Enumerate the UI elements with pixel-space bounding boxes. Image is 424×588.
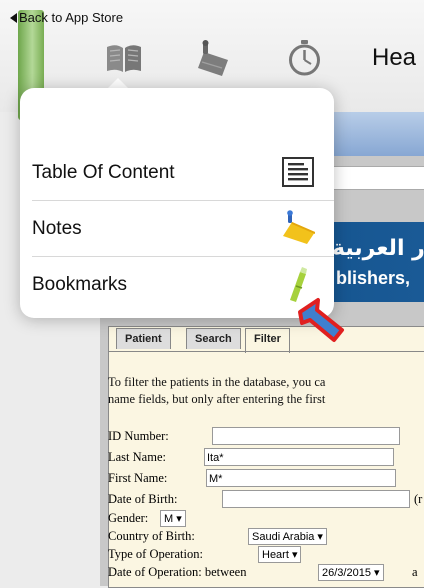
stopwatch-icon[interactable] bbox=[284, 40, 324, 76]
table-of-contents-icon bbox=[282, 157, 314, 187]
date-of-birth-hint: (r bbox=[414, 492, 423, 506]
filter-content: To filter the patients in the database, … bbox=[108, 374, 424, 408]
country-label: Country of Birth: bbox=[108, 529, 195, 543]
operation-date-select[interactable]: 26/3/2015 ▾ bbox=[318, 564, 384, 581]
operation-date-row: Date of Operation: between 26/3/2015 ▾ a bbox=[108, 564, 424, 582]
menu-item-label: Bookmarks bbox=[32, 274, 128, 295]
page-search-input[interactable] bbox=[328, 166, 424, 190]
back-to-app-store-link[interactable]: Back to App Store bbox=[10, 10, 123, 25]
id-number-input[interactable] bbox=[212, 427, 400, 445]
status-bar: Back to App Store bbox=[0, 0, 424, 25]
menu-item-table-of-content[interactable]: Table Of Content bbox=[20, 144, 334, 200]
banner-arabic-text: ر العربية bbox=[332, 236, 424, 261]
filter-instructions-line-1: To filter the patients in the database, … bbox=[108, 375, 326, 389]
operation-date-label: Date of Operation: between bbox=[108, 565, 247, 579]
gender-select[interactable]: M ▾ bbox=[160, 510, 186, 527]
tab-patient[interactable]: Patient bbox=[116, 328, 171, 349]
filter-form: ID Number: Last Name: Ita* First Name: M… bbox=[108, 426, 424, 582]
first-name-input[interactable]: M* bbox=[206, 469, 396, 487]
menu-item-label: Notes bbox=[32, 218, 82, 239]
notes-icon bbox=[283, 210, 315, 244]
tab-search[interactable]: Search bbox=[186, 328, 241, 349]
last-name-row: Last Name: Ita* bbox=[108, 447, 424, 468]
gender-row: Gender: M ▾ bbox=[108, 510, 424, 528]
menu-item-label: Table Of Content bbox=[32, 162, 175, 183]
back-arrow-icon bbox=[10, 13, 17, 23]
date-of-birth-row: Date of Birth: (r bbox=[108, 489, 424, 510]
menu-item-bookmarks[interactable]: Bookmarks bbox=[20, 256, 334, 312]
country-row: Country of Birth: Saudi Arabia ▾ bbox=[108, 528, 424, 546]
first-name-label: First Name: bbox=[108, 471, 168, 485]
book-icon[interactable] bbox=[104, 40, 144, 76]
operation-type-select[interactable]: Heart ▾ bbox=[258, 546, 302, 563]
pointer-arrow-icon bbox=[298, 298, 344, 342]
first-name-row: First Name: M* bbox=[108, 468, 424, 489]
last-name-input[interactable]: Ita* bbox=[204, 448, 394, 466]
operation-date-suffix: a bbox=[412, 565, 418, 579]
app-title: Hea bbox=[372, 44, 417, 71]
gender-label: Gender: bbox=[108, 511, 149, 525]
date-of-birth-input[interactable] bbox=[222, 490, 410, 508]
back-label: Back to App Store bbox=[19, 10, 124, 25]
navigation-popover: Table Of Content Notes Bookmarks bbox=[20, 88, 334, 318]
banner-english-text: blishers, bbox=[336, 268, 411, 288]
tab-filter[interactable]: Filter bbox=[245, 328, 290, 353]
operation-type-row: Type of Operation: Heart ▾ bbox=[108, 546, 424, 564]
last-name-label: Last Name: bbox=[108, 450, 166, 464]
country-select[interactable]: Saudi Arabia ▾ bbox=[248, 528, 327, 545]
popover-caret bbox=[108, 78, 128, 88]
menu-item-notes[interactable]: Notes bbox=[20, 200, 334, 256]
operation-type-label: Type of Operation: bbox=[108, 547, 203, 561]
id-number-label: ID Number: bbox=[108, 429, 169, 443]
tab-divider bbox=[108, 351, 424, 352]
bookmark-stamp-icon[interactable] bbox=[192, 40, 232, 76]
date-of-birth-label: Date of Birth: bbox=[108, 492, 178, 506]
id-number-row: ID Number: bbox=[108, 426, 424, 447]
filter-instructions-line-2: name fields, but only after entering the… bbox=[108, 392, 326, 406]
